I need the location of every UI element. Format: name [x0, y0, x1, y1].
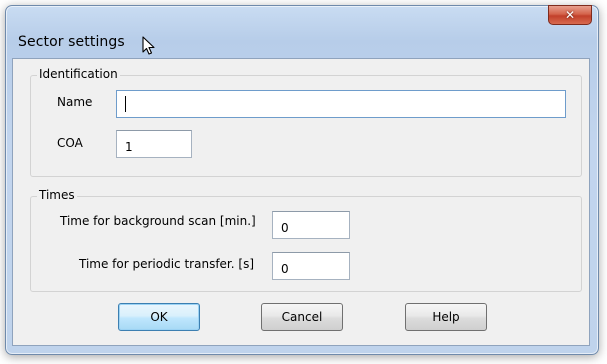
close-icon: ✕: [564, 8, 576, 22]
title-bar[interactable]: Sector settings ✕: [6, 5, 598, 58]
cancel-button[interactable]: Cancel: [261, 303, 343, 331]
periodic-transfer-input[interactable]: 0: [272, 252, 350, 280]
ok-button[interactable]: OK: [118, 303, 200, 331]
mouse-pointer-icon: [142, 36, 156, 60]
times-group-title: Times: [37, 188, 77, 202]
identification-group-title: Identification: [37, 67, 120, 81]
window-title: Sector settings: [18, 34, 125, 50]
background-scan-input[interactable]: 0: [272, 211, 350, 239]
background-scan-label: Time for background scan [min.]: [60, 214, 256, 228]
coa-input[interactable]: 1: [116, 130, 192, 158]
close-button[interactable]: ✕: [548, 5, 592, 25]
text-caret: [125, 96, 126, 112]
coa-label: COA: [57, 136, 83, 150]
help-button[interactable]: Help: [405, 303, 487, 331]
name-label: Name: [57, 95, 93, 109]
periodic-transfer-label: Time for periodic transfer. [s]: [79, 257, 255, 271]
name-input[interactable]: [116, 90, 566, 118]
